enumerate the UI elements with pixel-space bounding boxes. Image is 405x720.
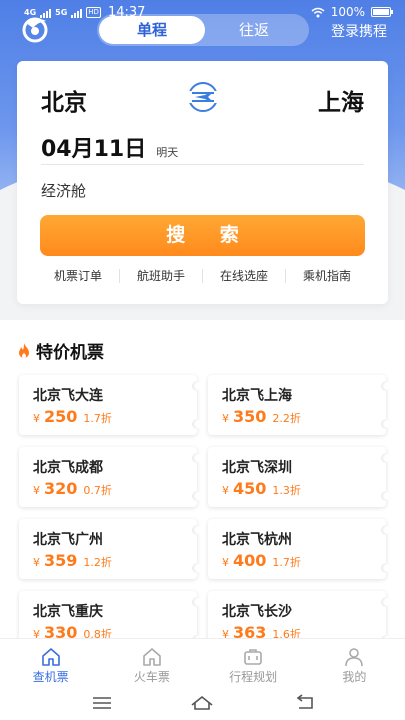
user-icon (345, 648, 364, 667)
currency-symbol: ¥ (33, 484, 40, 497)
deal-route: 北京飞长沙 (222, 604, 292, 620)
cabin-class-selector[interactable]: 经济舱 (41, 180, 86, 201)
tab-itinerary[interactable]: 行程规划 (203, 639, 304, 688)
tab-one-way[interactable]: 单程 (99, 16, 205, 44)
deal-route: 北京飞成都 (33, 460, 103, 476)
search-button[interactable]: 搜 索 (40, 215, 365, 256)
deal-card[interactable]: 北京飞重庆 ¥330 0.8折 (19, 591, 202, 638)
suitcase-icon (244, 649, 262, 665)
deal-price: 350 (233, 407, 267, 426)
deal-discount: 1.3折 (272, 484, 301, 497)
deal-route: 北京飞大连 (33, 388, 103, 404)
swap-cities-icon[interactable] (185, 81, 221, 113)
arrival-city[interactable]: 上海 (318, 83, 364, 117)
signal-icon-2 (71, 8, 83, 18)
train-icon (143, 648, 161, 666)
currency-symbol: ¥ (33, 412, 40, 425)
link-boarding-guide[interactable]: 乘机指南 (286, 269, 368, 283)
tab-round-trip[interactable]: 往返 (201, 16, 307, 44)
deal-discount: 1.7折 (83, 412, 112, 425)
back-icon[interactable] (293, 692, 317, 714)
date-selector[interactable]: 04月11日 明天 (41, 131, 178, 163)
link-online-seat[interactable]: 在线选座 (203, 269, 286, 283)
deal-price: 400 (233, 551, 267, 570)
home-icon (41, 648, 60, 666)
deal-card[interactable]: 北京飞深圳 ¥450 1.3折 (208, 447, 391, 507)
deal-card[interactable]: 北京飞上海 ¥350 2.2折 (208, 375, 391, 435)
deal-card[interactable]: 北京飞广州 ¥359 1.2折 (19, 519, 202, 579)
menu-icon[interactable] (90, 692, 114, 714)
deal-card[interactable]: 北京飞大连 ¥250 1.7折 (19, 375, 202, 435)
deal-route: 北京飞广州 (33, 532, 103, 548)
deals-header: 特价机票 (16, 338, 104, 363)
tab-label: 行程规划 (229, 670, 278, 684)
deal-price: 320 (44, 479, 78, 498)
currency-symbol: ¥ (222, 412, 229, 425)
home-nav-icon[interactable] (190, 692, 214, 714)
departure-date: 04月11日 (41, 137, 147, 162)
ctrip-logo-icon (22, 17, 48, 43)
currency-symbol: ¥ (222, 556, 229, 569)
deal-discount: 2.2折 (272, 412, 301, 425)
deal-price: 363 (233, 623, 267, 638)
quick-links: 机票订单 航班助手 在线选座 乘机指南 (37, 269, 368, 283)
deal-discount: 0.7折 (83, 484, 112, 497)
deal-card[interactable]: 北京飞成都 ¥320 0.7折 (19, 447, 202, 507)
trip-type-toggle: 单程 往返 (97, 14, 309, 46)
bottom-tab-bar: 查机票 火车票 行程规划 我的 (0, 638, 405, 688)
departure-city[interactable]: 北京 (41, 83, 87, 117)
currency-symbol: ¥ (33, 628, 40, 638)
deal-discount: 1.6折 (272, 628, 301, 638)
deal-discount: 1.7折 (272, 556, 301, 569)
deal-route: 北京飞杭州 (222, 532, 292, 548)
deal-route: 北京飞深圳 (222, 460, 292, 476)
currency-symbol: ¥ (222, 628, 229, 638)
link-flight-assistant[interactable]: 航班助手 (120, 269, 203, 283)
divider (41, 164, 364, 165)
deal-price: 359 (44, 551, 78, 570)
special-deals-section: 特价机票 北京飞大连 ¥250 1.7折 北京飞上海 ¥350 2.2折 北京飞成都… (0, 320, 405, 638)
deal-card[interactable]: 北京飞长沙 ¥363 1.6折 (208, 591, 391, 638)
tab-profile[interactable]: 我的 (304, 639, 405, 688)
deal-discount: 0.8折 (83, 628, 112, 638)
flight-search-card: 北京 上海 04月11日 明天 经济舱 搜 索 机票订单 航班助手 在线选座 乘… (17, 61, 388, 304)
date-relative-label: 明天 (156, 146, 179, 159)
deal-price: 250 (44, 407, 78, 426)
deal-route: 北京飞重庆 (33, 604, 103, 620)
deal-price: 330 (44, 623, 78, 638)
currency-symbol: ¥ (33, 556, 40, 569)
deals-title: 特价机票 (36, 343, 104, 363)
deal-price: 450 (233, 479, 267, 498)
tab-label: 我的 (342, 670, 367, 684)
link-ticket-orders[interactable]: 机票订单 (37, 269, 120, 283)
wifi-icon (311, 7, 325, 17)
tab-flights[interactable]: 查机票 (0, 639, 101, 688)
fire-icon (19, 342, 29, 358)
system-nav-bar (0, 688, 405, 720)
tab-train[interactable]: 火车票 (101, 639, 202, 688)
tab-label: 查机票 (32, 670, 69, 684)
deal-route: 北京飞上海 (222, 388, 292, 404)
battery-icon (371, 7, 393, 17)
network-5g-label: 5G (55, 7, 68, 17)
login-link[interactable]: 登录携程 (331, 21, 387, 41)
tab-label: 火车票 (133, 670, 170, 684)
battery-percent: 100% (330, 5, 365, 19)
deal-discount: 1.2折 (83, 556, 112, 569)
deal-card[interactable]: 北京飞杭州 ¥400 1.7折 (208, 519, 391, 579)
hd-badge: HD (86, 7, 101, 18)
currency-symbol: ¥ (222, 484, 229, 497)
